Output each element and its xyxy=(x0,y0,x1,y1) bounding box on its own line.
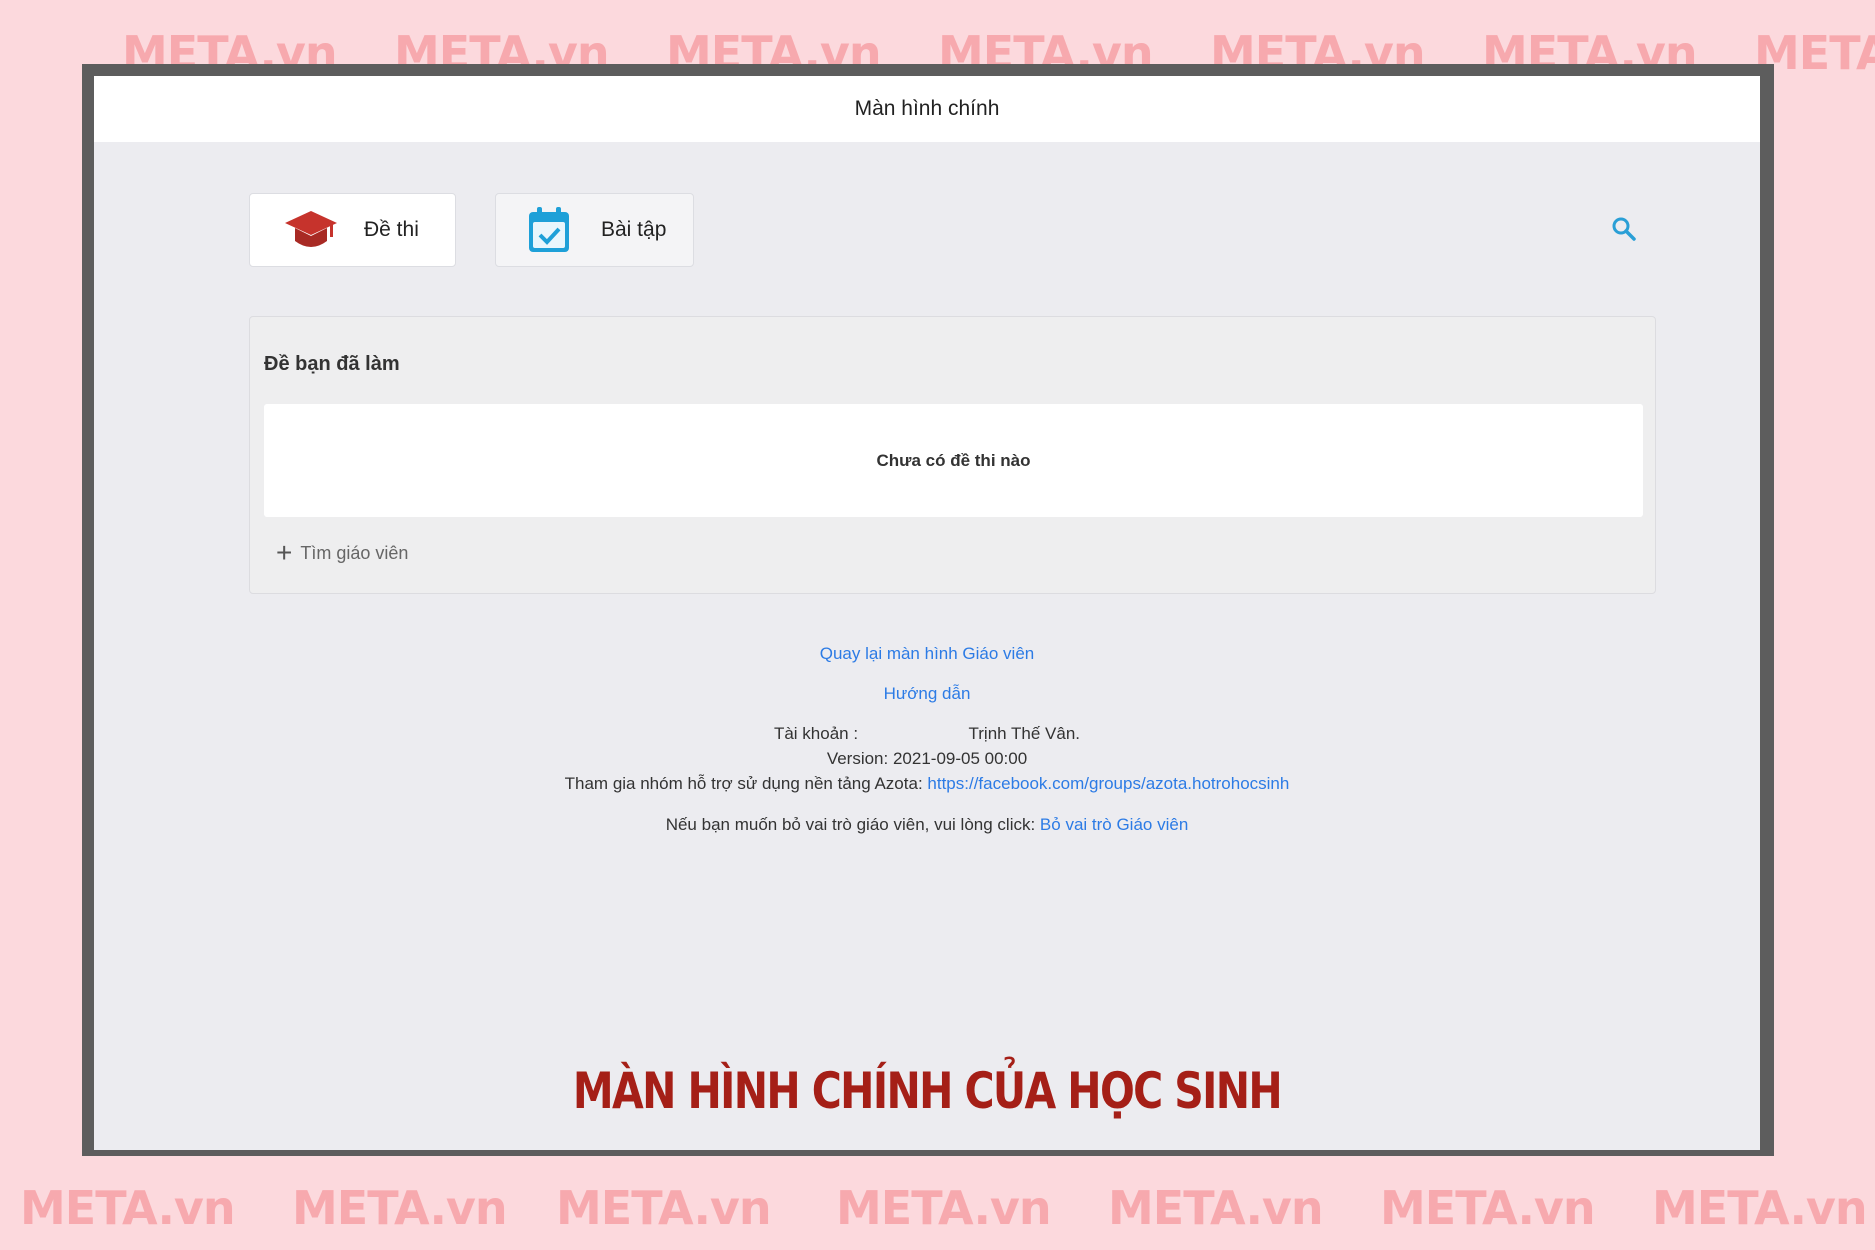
watermark: META.vn xyxy=(556,1181,772,1235)
app-screen: Màn hình chính Đề thi Bài tập Đề bạn đã … xyxy=(94,76,1760,1150)
done-exams-panel: Đề bạn đã làm Chưa có đề thi nào + Tìm g… xyxy=(249,316,1656,594)
group-line: Tham gia nhóm hỗ trợ sử dụng nền tảng Az… xyxy=(94,774,1760,794)
watermark: META.vn xyxy=(1108,1181,1324,1235)
tab-exam[interactable]: Đề thi xyxy=(249,193,456,267)
watermark: META.vn xyxy=(292,1181,508,1235)
panel-title: Đề bạn đã làm xyxy=(264,353,400,375)
calendar-check-icon xyxy=(527,206,571,254)
graduation-cap-icon xyxy=(284,208,338,252)
version-text: Version: 2021-09-05 00:00 xyxy=(826,749,1028,768)
top-bar: Màn hình chính xyxy=(94,76,1760,142)
search-icon[interactable] xyxy=(1611,216,1637,242)
image-caption: MÀN HÌNH CHÍNH CỦA HỌC SINH xyxy=(572,1062,1283,1120)
empty-state: Chưa có đề thi nào xyxy=(264,404,1643,517)
plus-icon: + xyxy=(276,537,293,568)
find-teacher-label: Tìm giáo viên xyxy=(300,542,409,563)
guide-line: Hướng dẫn xyxy=(94,684,1760,704)
watermark: META.vn xyxy=(1652,1181,1868,1235)
back-to-teacher-link[interactable]: Quay lại màn hình Giáo viên xyxy=(820,644,1035,663)
role-line: Nếu bạn muốn bỏ vai trò giáo viên, vui l… xyxy=(94,815,1760,835)
account-name: Trịnh Thế Vân. xyxy=(968,724,1081,743)
back-line: Quay lại màn hình Giáo viên xyxy=(94,644,1760,664)
facebook-group-link[interactable]: https://facebook.com/groups/azota.hotroh… xyxy=(927,774,1289,793)
watermark: META.vn xyxy=(1380,1181,1596,1235)
find-teacher-button[interactable]: + Tìm giáo viên xyxy=(276,539,408,567)
watermark: META.vn xyxy=(20,1181,236,1235)
tab-exam-label: Đề thi xyxy=(364,218,419,241)
tab-homework[interactable]: Bài tập xyxy=(495,193,694,267)
tab-homework-label: Bài tập xyxy=(601,218,667,241)
empty-state-text: Chưa có đề thi nào xyxy=(876,450,1031,470)
version-line: Version: 2021-09-05 00:00 xyxy=(94,749,1760,769)
group-text: Tham gia nhóm hỗ trợ sử dụng nền tảng Az… xyxy=(564,774,923,793)
remove-teacher-role-link[interactable]: Bỏ vai trò Giáo viên xyxy=(1040,815,1188,834)
account-line: Tài khoản : Trịnh Thế Vân. xyxy=(94,724,1760,744)
role-text: Nếu bạn muốn bỏ vai trò giáo viên, vui l… xyxy=(665,815,1036,834)
page-title: Màn hình chính xyxy=(854,97,1000,120)
account-label: Tài khoản : xyxy=(773,724,859,743)
guide-link[interactable]: Hướng dẫn xyxy=(884,684,971,703)
watermark: META.vn xyxy=(836,1181,1052,1235)
